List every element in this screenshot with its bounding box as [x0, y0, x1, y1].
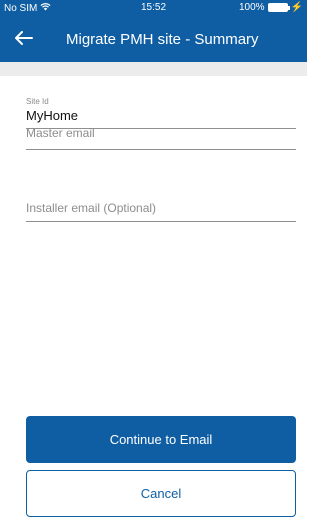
cancel-button[interactable]: Cancel: [26, 470, 296, 517]
header-divider-band: [0, 62, 307, 76]
installer-email-field[interactable]: Installer email (Optional): [26, 201, 296, 222]
status-right: 100% ⚡: [239, 2, 303, 13]
site-id-field: Site Id MyHome: [26, 97, 296, 129]
installer-email-placeholder: Installer email (Optional): [26, 201, 157, 215]
continue-to-email-button[interactable]: Continue to Email: [26, 416, 296, 463]
arrow-left-icon: [15, 30, 33, 50]
charging-icon: ⚡: [290, 2, 303, 13]
continue-button-label: Continue to Email: [109, 432, 213, 447]
master-email-placeholder: Master email: [26, 126, 95, 140]
site-id-value: MyHome: [26, 108, 79, 123]
app-bar: Migrate PMH site - Summary: [0, 18, 307, 62]
master-email-field[interactable]: Master email: [26, 126, 296, 150]
master-email-underline: [26, 149, 296, 150]
battery-percent: 100%: [238, 2, 265, 13]
back-button[interactable]: [8, 24, 40, 56]
battery-icon: [267, 3, 290, 12]
page-title: Migrate PMH site - Summary: [66, 31, 259, 48]
site-id-label: Site Id: [26, 97, 49, 106]
installer-email-underline: [26, 221, 296, 222]
cancel-button-label: Cancel: [140, 486, 182, 501]
status-bar: No SIM 15:52 100% ⚡: [0, 0, 307, 18]
